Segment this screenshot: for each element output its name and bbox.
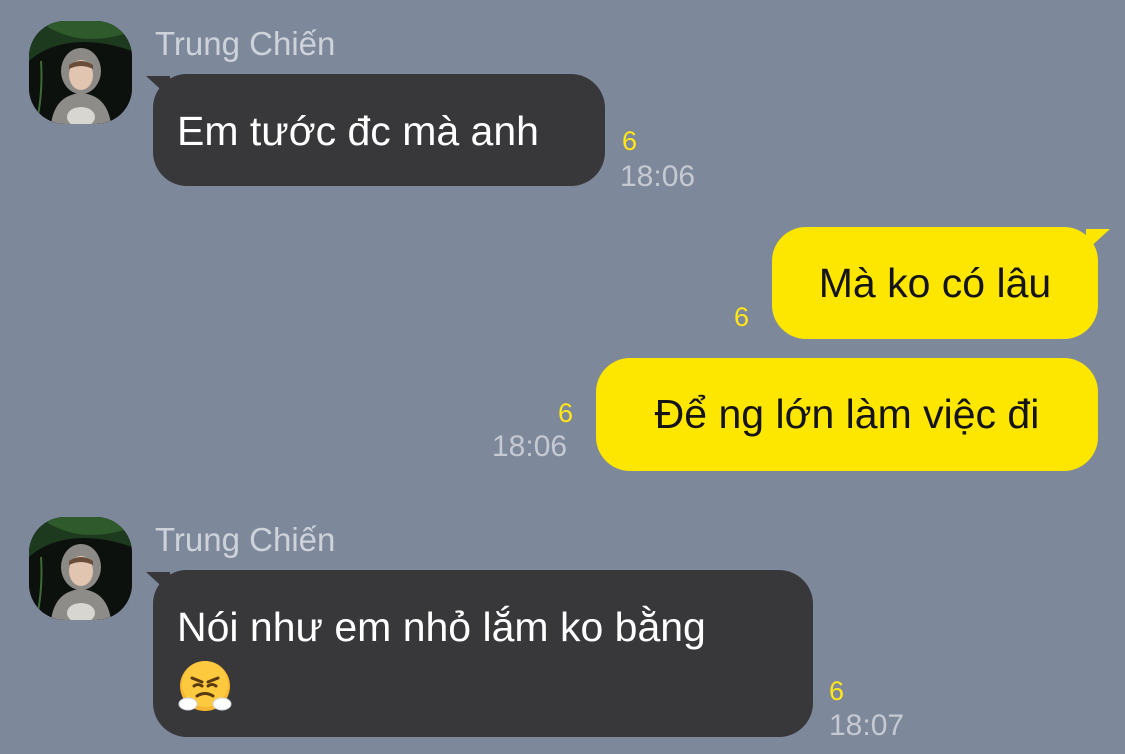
- message-bubble-outgoing[interactable]: Mà ko có lâu: [772, 227, 1098, 339]
- sender-name: Trung Chiến: [155, 25, 336, 62]
- avatar-photo-icon: [29, 21, 132, 124]
- message-text: Mà ko có lâu: [818, 260, 1052, 306]
- message-time: 18:06: [492, 430, 568, 463]
- unread-count: 6: [734, 302, 750, 332]
- face-with-steam-from-nose-emoji: [177, 658, 233, 714]
- message-text: Nói như em nhỏ lắm ko bằng: [177, 604, 706, 650]
- message-text: Để ng lớn làm việc đi: [654, 391, 1040, 437]
- unread-count: 6: [558, 398, 574, 428]
- message-bubble-outgoing[interactable]: Để ng lớn làm việc đi: [596, 358, 1098, 471]
- message-bubble-incoming[interactable]: Em tước đc mà anh: [153, 74, 605, 186]
- message-time: 18:07: [829, 709, 905, 742]
- sender-avatar[interactable]: [29, 21, 132, 124]
- avatar-photo-icon: [29, 517, 132, 620]
- unread-count: 6: [829, 676, 845, 706]
- sender-avatar[interactable]: [29, 517, 132, 620]
- chat-conversation: Trung Chiến Em tước đc mà anh 6 18:06 Mà…: [0, 0, 1125, 754]
- message-time: 18:06: [620, 160, 696, 193]
- sender-name: Trung Chiến: [155, 521, 336, 558]
- message-bubble-incoming[interactable]: Nói như em nhỏ lắm ko bằng: [153, 570, 813, 737]
- unread-count: 6: [622, 126, 638, 156]
- message-text: Em tước đc mà anh: [177, 108, 539, 154]
